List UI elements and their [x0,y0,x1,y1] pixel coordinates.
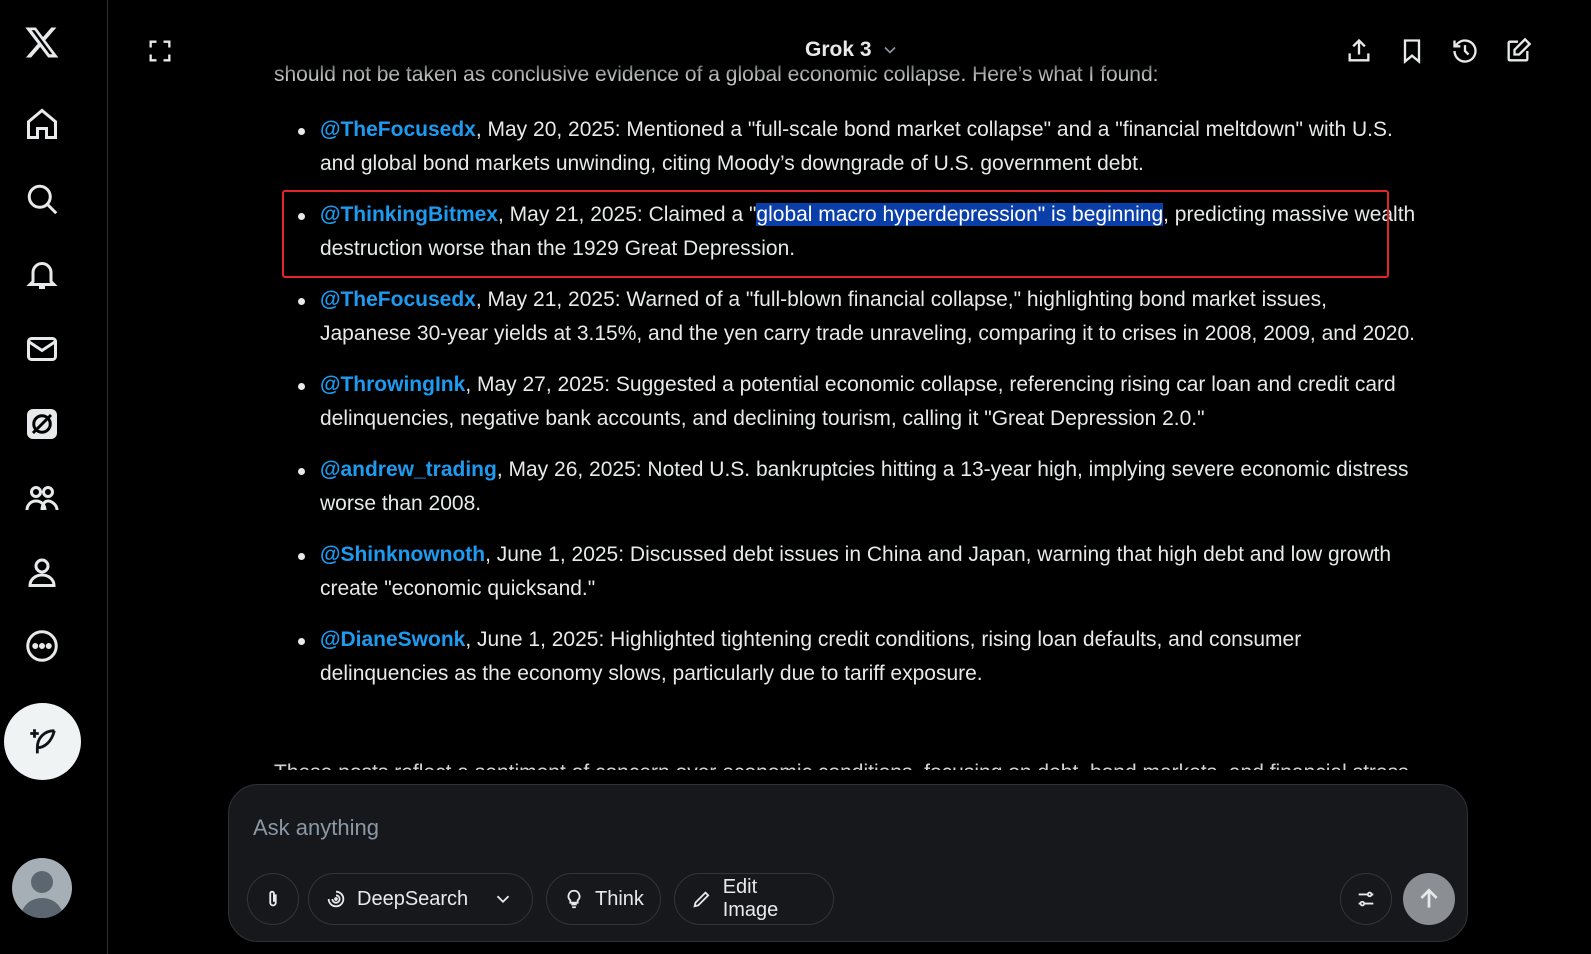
post-text: , June 1, 2025: Highlighted tightening c… [320,628,1302,685]
deepsearch-button[interactable]: DeepSearch [308,873,533,925]
handle-link[interactable]: @ThrowingInk [320,373,465,396]
deepsearch-icon [327,890,345,908]
x-logo-icon[interactable] [18,18,66,66]
chevron-down-icon [883,46,896,54]
people-icon[interactable] [18,474,66,522]
mail-icon[interactable] [18,325,66,373]
list-item: @DianeSwonk, June 1, 2025: Highlighted t… [274,623,1420,691]
bell-icon[interactable] [18,250,66,298]
pencil-icon [693,891,710,908]
person-icon[interactable] [18,548,66,596]
arrow-up-icon [1420,888,1438,908]
handle-link[interactable]: @TheFocusedx [320,288,476,311]
edit-image-label: Edit Image [722,876,779,921]
list-item: @ThinkingBitmex, May 21, 2025: Claimed a… [274,198,1420,266]
list-item: @ThrowingInk, May 27, 2025: Suggested a … [274,368,1420,436]
chevron-down-icon[interactable] [492,888,514,910]
deepsearch-label: DeepSearch [357,887,469,910]
history-icon[interactable] [1447,33,1483,69]
handle-link[interactable]: @andrew_trading [320,458,497,481]
cutoff-text: These posts reflect a sentiment of conce… [274,756,1424,770]
list-item: @Shinknownoth, June 1, 2025: Discussed d… [274,538,1420,606]
handle-link[interactable]: @ThinkingBitmex [320,203,498,226]
list-item: @andrew_trading, May 26, 2025: Noted U.S… [274,453,1420,521]
settings-button[interactable] [1340,873,1392,925]
ask-input[interactable]: Ask anything [253,815,379,841]
new-chat-icon[interactable] [1500,33,1536,69]
compose-button[interactable] [4,703,81,780]
post-list: @TheFocusedx, May 20, 2025: Mentioned a … [274,113,1424,691]
post-text: , May 21, 2025: Warned of a "full-blown … [320,288,1416,345]
post-text: , May 20, 2025: Mentioned a "full-scale … [320,118,1393,175]
post-text: , May 21, 2025: Claimed a " [498,203,757,226]
paperclip-icon [269,890,277,907]
think-button[interactable]: Think [546,873,661,925]
think-label: Think [595,887,644,910]
expand-icon[interactable] [142,33,178,69]
search-icon[interactable] [18,175,66,223]
post-text: , May 27, 2025: Suggested a potential ec… [320,373,1396,430]
list-item: @TheFocusedx, May 20, 2025: Mentioned a … [274,113,1420,181]
left-nav [0,0,108,954]
feather-plus-icon [29,728,56,753]
lightbulb-icon [567,889,581,909]
edit-image-button[interactable]: Edit Image [674,873,834,925]
handle-link[interactable]: @Shinknownoth [320,543,485,566]
more-icon[interactable] [18,622,66,670]
home-icon[interactable] [18,100,66,148]
bookmark-icon[interactable] [1394,33,1430,69]
list-item: @TheFocusedx, May 21, 2025: Warned of a … [274,283,1420,351]
handle-link[interactable]: @TheFocusedx [320,118,476,141]
model-name: Grok 3 [805,38,872,61]
model-selector[interactable]: Grok 3 [805,38,900,62]
composer: Ask anything DeepSearch Think Edit Image [228,784,1468,942]
grok-icon[interactable] [18,400,66,448]
share-icon[interactable] [1341,33,1377,69]
avatar[interactable] [12,858,72,918]
send-button[interactable] [1403,873,1455,925]
attach-button[interactable] [247,873,299,925]
selected-text: global macro hyperdepression" is beginni… [756,203,1164,226]
conversation-content: should not be taken as conclusive eviden… [274,62,1424,708]
handle-link[interactable]: @DianeSwonk [320,628,465,651]
top-bar: Grok 3 [108,0,1591,78]
sliders-icon [1358,891,1374,907]
